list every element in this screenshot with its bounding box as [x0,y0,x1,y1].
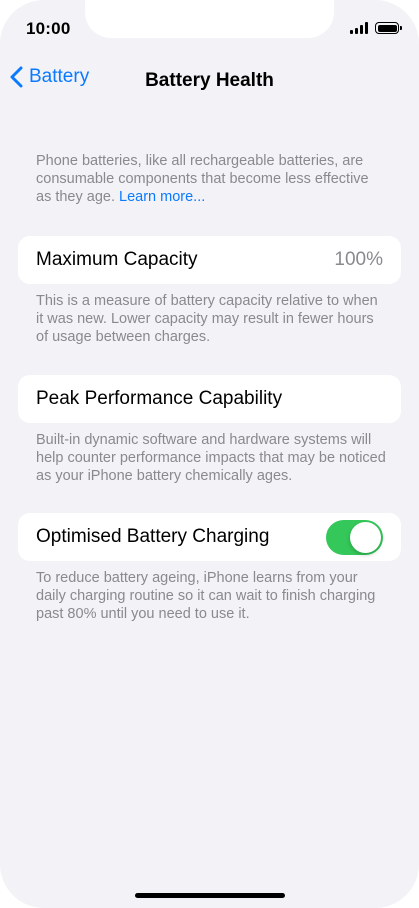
page-title: Battery Health [145,70,274,91]
peak-performance-label: Peak Performance Capability [36,388,283,409]
optimised-charging-label: Optimised Battery Charging [36,526,270,547]
maximum-capacity-value: 100% [334,249,383,270]
peak-performance-row: Peak Performance Capability [18,375,401,423]
cellular-signal-icon [350,22,368,34]
navigation-bar: Battery Battery Health [0,62,419,98]
peak-performance-note: Built-in dynamic software and hardware s… [36,432,386,484]
maximum-capacity-note: This is a measure of battery capacity re… [36,293,378,345]
notch [85,0,334,38]
maximum-capacity-label: Maximum Capacity [36,249,198,270]
battery-icon [375,22,402,34]
status-icons [350,22,402,34]
phone-screen: 10:00 Battery Battery Health Phone batte… [0,0,419,908]
learn-more-link[interactable]: Learn more... [119,189,205,205]
optimised-charging-note: To reduce battery ageing, iPhone learns … [36,570,376,622]
intro-note: Phone batteries, like all rechargeable b… [36,152,386,206]
optimised-charging-row: Optimised Battery Charging [18,513,401,561]
maximum-capacity-row: Maximum Capacity 100% [18,236,401,284]
optimised-charging-toggle[interactable] [326,519,383,555]
home-indicator[interactable] [135,893,285,898]
status-time: 10:00 [26,19,71,38]
toggle-knob [350,521,381,553]
